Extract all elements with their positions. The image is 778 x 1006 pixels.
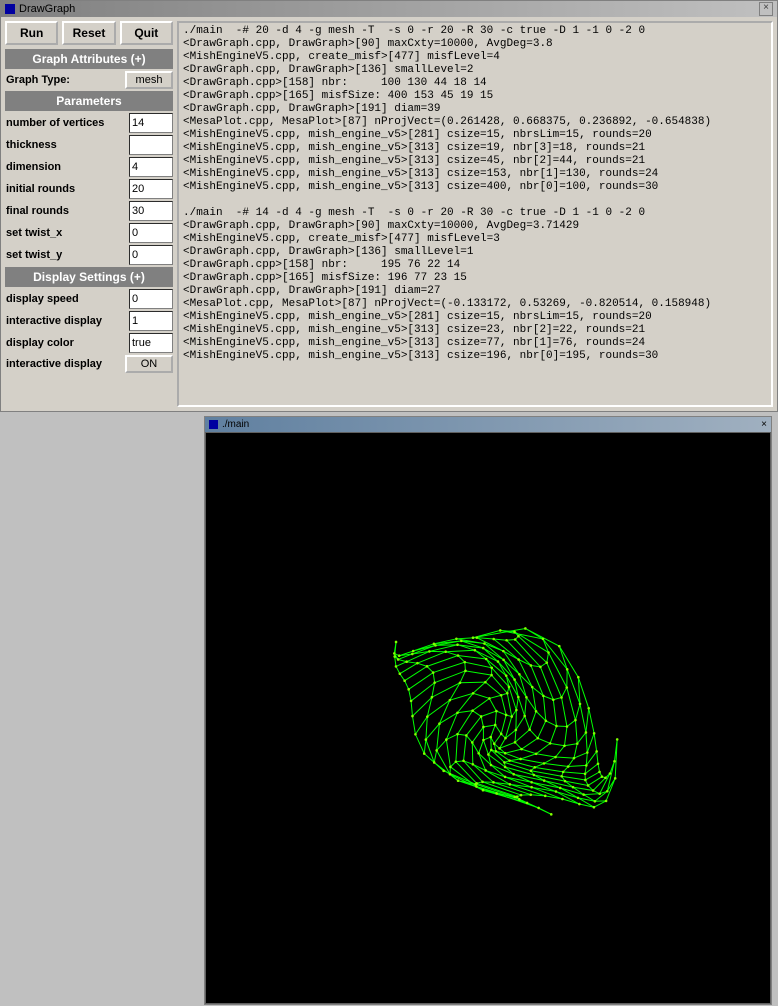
viz-canvas[interactable]	[205, 432, 771, 1004]
section-graph-attributes[interactable]: Graph Attributes (+)	[5, 49, 173, 69]
param-row-dimension: dimension	[5, 157, 173, 177]
titlebar[interactable]: DrawGraph ×	[1, 1, 777, 17]
display-speed-input[interactable]	[129, 289, 173, 309]
param-label: interactive display	[5, 313, 129, 329]
viz-titlebar[interactable]: ./main ×	[205, 417, 771, 432]
graph-type-label: Graph Type:	[5, 72, 125, 88]
param-label: display speed	[5, 291, 129, 307]
sidebar: Run Reset Quit Graph Attributes (+) Grap…	[1, 17, 177, 411]
section-parameters: Parameters	[5, 91, 173, 111]
param-label: dimension	[5, 159, 129, 175]
display-row-speed: display speed	[5, 289, 173, 309]
reset-button[interactable]: Reset	[62, 21, 115, 45]
dimension-input[interactable]	[129, 157, 173, 177]
param-label: number of vertices	[5, 115, 129, 131]
mesh-plot	[206, 433, 770, 1003]
final-rounds-input[interactable]	[129, 201, 173, 221]
param-label: initial rounds	[5, 181, 129, 197]
param-label: display color	[5, 335, 129, 351]
twist-x-input[interactable]	[129, 223, 173, 243]
display-row-interactive-toggle: interactive display ON	[5, 355, 173, 373]
toolbar: Run Reset Quit	[5, 21, 173, 45]
console-output: ./main -# 20 -d 4 -g mesh -T -s 0 -r 20 …	[177, 21, 773, 407]
app-icon	[209, 420, 218, 429]
section-display-settings[interactable]: Display Settings (+)	[5, 267, 173, 287]
interactive-toggle-button[interactable]: ON	[125, 355, 173, 373]
param-label: set twist_x	[5, 225, 129, 241]
param-row-twist-x: set twist_x	[5, 223, 173, 243]
param-row-vertices: number of vertices	[5, 113, 173, 133]
content-area: Run Reset Quit Graph Attributes (+) Grap…	[1, 17, 777, 411]
param-label: thickness	[5, 137, 129, 153]
param-row-thickness: thickness	[5, 135, 173, 155]
param-label: interactive display	[5, 356, 125, 372]
param-label: final rounds	[5, 203, 129, 219]
window-title: DrawGraph	[19, 3, 75, 15]
num-vertices-input[interactable]	[129, 113, 173, 133]
graph-type-button[interactable]: mesh	[125, 71, 173, 89]
param-row-initial-rounds: initial rounds	[5, 179, 173, 199]
display-row-interactive: interactive display	[5, 311, 173, 331]
viz-window: ./main ×	[204, 416, 772, 1005]
quit-button[interactable]: Quit	[120, 21, 173, 45]
viz-window-title: ./main	[222, 419, 249, 430]
graph-type-row: Graph Type: mesh	[5, 71, 173, 89]
param-row-final-rounds: final rounds	[5, 201, 173, 221]
app-icon	[5, 4, 15, 14]
run-button[interactable]: Run	[5, 21, 58, 45]
param-label: set twist_y	[5, 247, 129, 263]
close-icon[interactable]: ×	[761, 419, 767, 430]
interactive-display-input[interactable]	[129, 311, 173, 331]
param-row-twist-y: set twist_y	[5, 245, 173, 265]
close-icon[interactable]: ×	[759, 2, 773, 16]
main-window: DrawGraph × Run Reset Quit Graph Attribu…	[0, 0, 778, 412]
display-color-input[interactable]	[129, 333, 173, 353]
initial-rounds-input[interactable]	[129, 179, 173, 199]
twist-y-input[interactable]	[129, 245, 173, 265]
display-row-color: display color	[5, 333, 173, 353]
thickness-input[interactable]	[129, 135, 173, 155]
